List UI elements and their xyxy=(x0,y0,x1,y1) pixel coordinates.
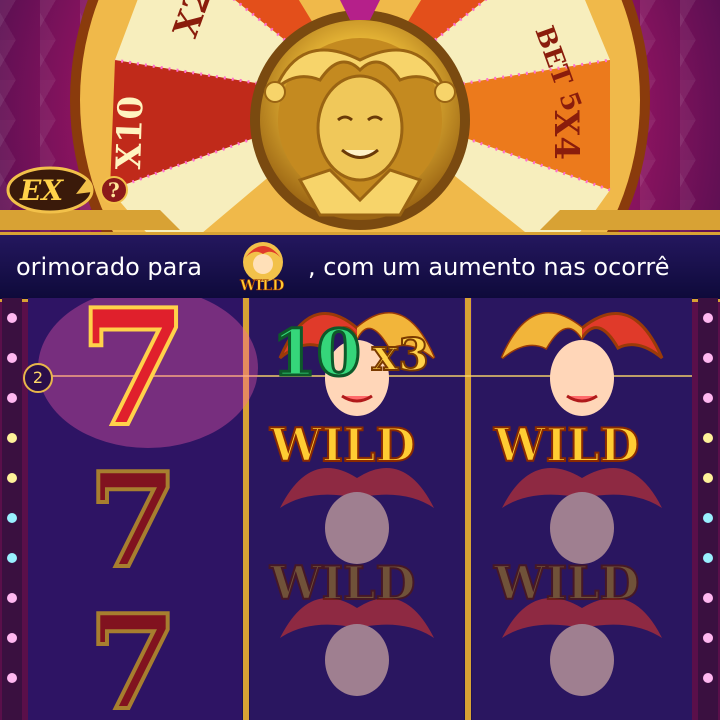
wheel-segment-x10: X10 xyxy=(109,95,152,170)
wheel-segment-x4: X4 xyxy=(546,110,586,160)
reel-1: 7 7 7 xyxy=(28,286,242,720)
wild-label: WILD xyxy=(493,555,640,611)
ex-label: EX xyxy=(19,174,64,207)
ticker-text-after: , com um aumento nas ocorrê xyxy=(308,253,670,281)
jester-wild-symbol xyxy=(280,598,434,696)
multiplier-times: x3 xyxy=(371,329,430,382)
help-icon[interactable]: ? xyxy=(108,178,120,202)
seven-symbol: 7 xyxy=(86,586,180,720)
wild-symbol-icon: WILD xyxy=(239,242,285,294)
jester-wild-symbol xyxy=(502,598,662,696)
ex-feature-button[interactable]: EX ? xyxy=(6,164,128,216)
payline-badge: 2 xyxy=(23,363,53,393)
wild-label: WILD xyxy=(269,555,416,611)
jester-wild-symbol xyxy=(500,312,664,416)
right-light-strip xyxy=(698,298,718,720)
wild-label: WILD xyxy=(493,417,640,473)
jester-wild-symbol xyxy=(280,468,434,564)
reel-3: WILD WILD xyxy=(472,298,692,720)
left-light-strip xyxy=(2,298,22,720)
seven-symbol: 7 xyxy=(86,444,180,597)
multiplier-value: 10 xyxy=(270,315,362,393)
wild-label: WILD xyxy=(269,417,416,473)
jester-wild-symbol xyxy=(502,468,662,564)
seven-symbol: 7 xyxy=(76,274,191,462)
slot-game-screen: X2 BET 5 X10 X4 EX ? orimorado para , co… xyxy=(0,0,720,720)
wild-chip-label: WILD xyxy=(239,278,284,294)
multiplier-display: 10 x3 xyxy=(268,315,468,396)
